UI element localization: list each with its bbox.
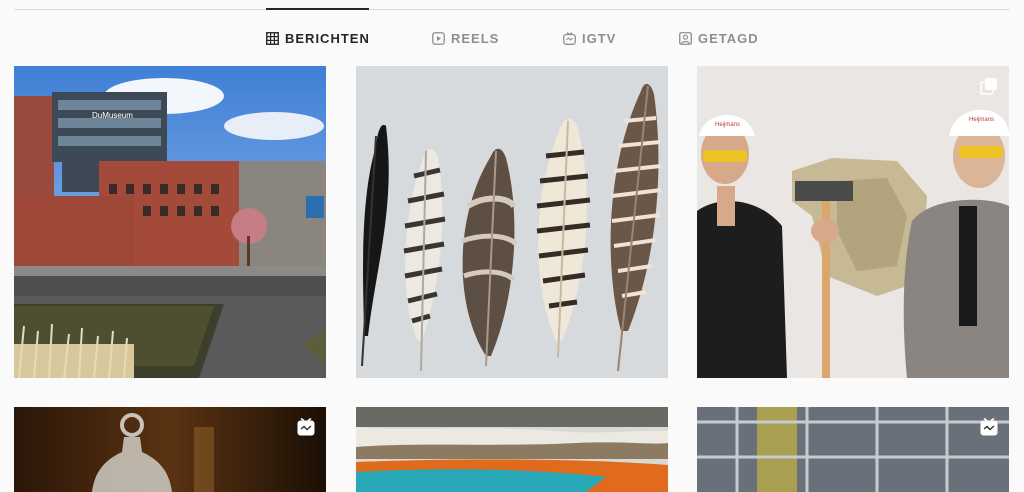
post-thumbnail[interactable] (356, 407, 668, 492)
post-thumbnail[interactable]: Heijmans Heijmans (697, 66, 1009, 378)
tab-tagged[interactable]: GETAGD (679, 28, 759, 48)
glass-bell-photo (14, 407, 326, 492)
tab-igtv[interactable]: IGTV (563, 28, 616, 48)
hot-spring-photo (356, 407, 668, 492)
tab-tagged-label: GETAGD (698, 30, 759, 46)
building-photo: DuMuseum (14, 66, 326, 378)
demolition-photo: Heijmans Heijmans (697, 66, 1009, 378)
fence-photo (697, 407, 1009, 492)
reel-icon (979, 417, 999, 437)
reel-icon (296, 417, 316, 437)
post-thumbnail[interactable] (14, 407, 326, 492)
helmet-brand-left: Heijmans (715, 122, 740, 128)
feathers-photo (356, 66, 668, 378)
igtv-icon (563, 31, 576, 45)
profile-posts-page: BERICHTEN REELS IGTV GETAGD DuMuseum Hei… (0, 0, 1024, 492)
tab-igtv-label: IGTV (582, 30, 617, 46)
profile-tabs: BERICHTEN REELS IGTV GETAGD (0, 28, 1024, 48)
tabs-divider (14, 9, 1010, 10)
carousel-icon (979, 76, 999, 96)
tab-posts[interactable]: BERICHTEN (266, 28, 370, 48)
tab-posts-label: BERICHTEN (285, 30, 370, 46)
grid-icon (266, 31, 279, 45)
post-thumbnail[interactable] (697, 407, 1009, 492)
tagged-icon (679, 31, 692, 45)
helmet-brand-right: Heijmans (969, 117, 994, 123)
active-tab-indicator (266, 8, 369, 10)
tab-reels[interactable]: REELS (432, 28, 499, 48)
post-thumbnail[interactable]: DuMuseum (14, 66, 326, 378)
post-thumbnail[interactable] (356, 66, 668, 378)
reels-icon (432, 31, 445, 45)
building-sign: DuMuseum (92, 111, 133, 120)
tab-reels-label: REELS (451, 30, 500, 46)
